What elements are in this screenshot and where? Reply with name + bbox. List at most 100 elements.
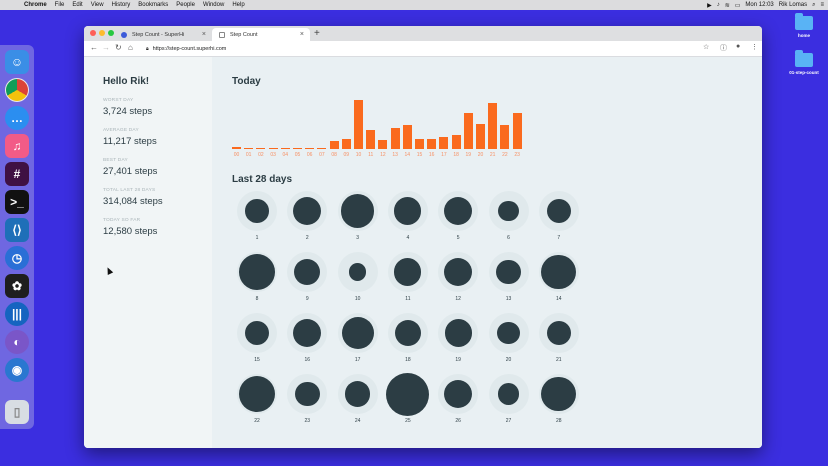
back-icon[interactable]: ← [90, 43, 98, 52]
tweetbot-icon[interactable]: ◉ [5, 358, 29, 382]
day-circle[interactable]: 10 [333, 252, 383, 314]
new-tab-button[interactable]: + [314, 28, 320, 39]
terminal-icon[interactable]: >_ [5, 190, 29, 214]
profile-avatar[interactable]: ● [736, 43, 740, 50]
lock-icon: 🔒︎ [146, 45, 149, 52]
hour-bar [256, 147, 266, 149]
chrome-menu-icon[interactable]: ⋮ [751, 43, 758, 51]
desktop-folder-home[interactable]: home [781, 13, 827, 38]
stat-value: 27,401 steps [103, 166, 158, 177]
close-tab-icon[interactable]: × [300, 31, 304, 38]
menubar-clock[interactable]: Mon 12:03 [745, 2, 773, 8]
day-circle[interactable]: 5 [433, 191, 483, 253]
day-circle[interactable]: 24 [333, 374, 383, 436]
day-circle[interactable]: 1 [232, 191, 282, 253]
stats-sidebar: Hello Rik! WORST DAY 3,724 steps AVERAGE… [84, 57, 212, 448]
screen-record-icon[interactable]: ▶ [707, 2, 712, 9]
menu-bookmarks[interactable]: Bookmarks [138, 0, 168, 10]
menu-people[interactable]: People [176, 0, 195, 10]
day-circle[interactable]: 17 [333, 313, 383, 375]
menu-app-name[interactable]: Chrome [24, 0, 47, 10]
day-circle[interactable]: 9 [282, 252, 332, 314]
day-number: 9 [305, 296, 309, 302]
menu-window[interactable]: Window [203, 0, 224, 10]
day-circle[interactable]: 23 [282, 374, 332, 436]
close-window-button[interactable] [90, 30, 96, 36]
home-icon[interactable]: ⌂ [128, 43, 133, 52]
tab-step-count[interactable]: Step Count × [212, 28, 310, 41]
day-circle[interactable]: 6 [484, 191, 534, 253]
hour-label: 12 [380, 152, 386, 158]
menu-view[interactable]: View [91, 0, 104, 10]
notification-center-icon[interactable]: ≡ [820, 2, 824, 8]
bookmark-star-icon[interactable]: ☆ [703, 43, 709, 51]
minimize-window-button[interactable] [99, 30, 105, 36]
day-circle[interactable]: 28 [534, 374, 584, 436]
wifi-icon[interactable]: ≋ [725, 2, 730, 9]
day-number: 13 [505, 296, 512, 302]
day-circle[interactable]: 12 [433, 252, 483, 314]
day-circle[interactable]: 13 [484, 252, 534, 314]
finder-icon[interactable]: ☺ [5, 50, 29, 74]
stat-label: BEST DAY [103, 158, 128, 163]
palette-app-icon[interactable]: ◐ [5, 330, 29, 354]
day-number: 10 [354, 296, 361, 302]
browser-toolbar: ← → ↻ ⌂ 🔒︎ https://step-count.superhi.co… [84, 41, 762, 57]
forward-icon[interactable]: → [102, 43, 110, 52]
day-number: 6 [507, 235, 510, 241]
day-circle[interactable]: 3 [333, 191, 383, 253]
battery-icon[interactable]: ▭ [735, 2, 741, 9]
day-circle[interactable]: 20 [484, 313, 534, 375]
day-circle[interactable]: 2 [282, 191, 332, 253]
hour-label: 19 [465, 152, 472, 158]
chrome-icon[interactable] [5, 78, 29, 102]
vscode-icon[interactable]: ⟨⟩ [5, 218, 29, 242]
menu-file[interactable]: File [55, 0, 65, 10]
day-circle[interactable]: 8 [232, 252, 282, 314]
music-icon[interactable]: ♫ [5, 134, 29, 158]
day-circle[interactable]: 18 [383, 313, 433, 375]
menu-history[interactable]: History [112, 0, 131, 10]
tab-superhi[interactable]: Step Count - SuperHi × [114, 28, 212, 41]
spotlight-icon[interactable]: ⌕ [812, 2, 815, 9]
menu-help[interactable]: Help [232, 0, 244, 10]
hour-label: 14 [404, 152, 411, 158]
clock-app-icon[interactable]: ◷ [5, 246, 29, 270]
day-circle[interactable]: 11 [383, 252, 433, 314]
reload-icon[interactable]: ↻ [115, 43, 122, 52]
trash-icon[interactable]: ▯ [5, 400, 29, 424]
day-circle[interactable]: 19 [433, 313, 483, 375]
hour-bar [341, 139, 351, 149]
superhi-favicon-icon [121, 31, 127, 38]
volume-icon[interactable]: ♪ [717, 2, 720, 8]
stat-value: 11,217 steps [103, 136, 157, 147]
day-circle[interactable]: 15 [232, 313, 282, 375]
menu-edit[interactable]: Edit [72, 0, 82, 10]
figma-icon[interactable]: ✿ [5, 274, 29, 298]
day-circle[interactable]: 16 [282, 313, 332, 375]
messages-icon[interactable]: … [5, 106, 29, 130]
stat-value: 314,084 steps [103, 196, 163, 207]
menubar-user[interactable]: Rik Lomas [779, 2, 807, 8]
day-circle[interactable]: 7 [534, 191, 584, 253]
greeting: Hello Rik! [103, 76, 150, 87]
day-circle[interactable]: 26 [433, 374, 483, 436]
day-number: 2 [305, 235, 309, 241]
hour-label: 17 [441, 152, 447, 158]
extension-icon[interactable]: ⓘ [720, 43, 727, 53]
hour-label: 08 [331, 152, 337, 158]
hour-bar [268, 147, 278, 149]
desktop-folder-step-count[interactable]: 01-step-count [781, 50, 827, 75]
hour-label: 23 [514, 152, 520, 158]
podcast-app-icon[interactable]: ||| [5, 302, 29, 326]
day-circle[interactable]: 14 [534, 252, 584, 314]
slack-icon[interactable]: # [5, 162, 29, 186]
day-number: 7 [557, 235, 561, 241]
day-circle[interactable]: 25 [383, 372, 433, 436]
day-circle[interactable]: 22 [232, 374, 282, 436]
address-bar[interactable]: 🔒︎ https://step-count.superhi.com [146, 43, 706, 54]
close-tab-icon[interactable]: × [202, 31, 206, 38]
day-circle[interactable]: 21 [534, 313, 584, 375]
day-circle[interactable]: 4 [383, 191, 433, 253]
day-circle[interactable]: 27 [484, 374, 534, 436]
